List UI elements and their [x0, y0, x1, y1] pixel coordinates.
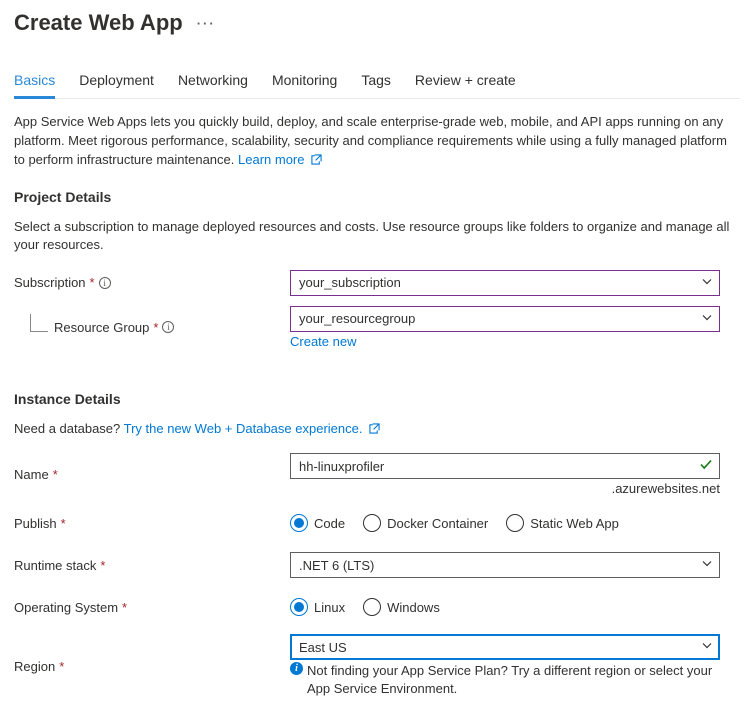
chevron-down-icon: [701, 275, 713, 290]
learn-more-label: Learn more: [238, 152, 304, 167]
project-details-desc: Select a subscription to manage deployed…: [14, 218, 740, 254]
instance-details-heading: Instance Details: [14, 391, 740, 407]
check-icon: [699, 458, 713, 475]
name-input[interactable]: hh-linuxprofiler: [290, 453, 720, 479]
publish-radio-static[interactable]: Static Web App: [506, 514, 619, 532]
intro-text: App Service Web Apps lets you quickly bu…: [14, 113, 740, 171]
region-value: East US: [299, 640, 347, 655]
radio-icon: [363, 598, 381, 616]
info-blue-icon: i: [290, 662, 303, 675]
info-icon[interactable]: i: [99, 277, 111, 289]
tab-deployment[interactable]: Deployment: [79, 66, 154, 98]
db-prompt: Need a database? Try the new Web + Datab…: [14, 420, 740, 439]
tree-elbow-icon: [30, 314, 48, 332]
learn-more-link[interactable]: Learn more: [238, 152, 322, 167]
required-marker: *: [53, 467, 58, 482]
publish-radio-docker[interactable]: Docker Container: [363, 514, 488, 532]
radio-icon: [290, 514, 308, 532]
project-details-heading: Project Details: [14, 189, 740, 205]
domain-suffix: .azurewebsites.net: [290, 481, 720, 496]
tab-review-create[interactable]: Review + create: [415, 66, 516, 98]
os-radio-windows[interactable]: Windows: [363, 598, 440, 616]
chevron-down-icon: [701, 558, 713, 573]
web-database-link-label: Try the new Web + Database experience.: [124, 421, 363, 436]
tab-tags[interactable]: Tags: [361, 66, 391, 98]
page-title-text: Create Web App: [14, 10, 183, 36]
runtime-label: Runtime stack *: [14, 558, 290, 573]
radio-icon: [506, 514, 524, 532]
subscription-label: Subscription * i: [14, 275, 290, 290]
web-database-link[interactable]: Try the new Web + Database experience.: [124, 421, 380, 436]
runtime-select[interactable]: .NET 6 (LTS): [290, 552, 720, 578]
runtime-value: .NET 6 (LTS): [299, 558, 374, 573]
publish-label: Publish *: [14, 516, 290, 531]
radio-icon: [290, 598, 308, 616]
external-link-icon: [311, 152, 322, 171]
name-value: hh-linuxprofiler: [299, 459, 384, 474]
required-marker: *: [122, 600, 127, 615]
region-label: Region *: [14, 659, 290, 674]
external-link-icon: [369, 421, 380, 439]
subscription-select[interactable]: your_subscription: [290, 270, 720, 296]
subscription-value: your_subscription: [299, 275, 401, 290]
os-label: Operating System *: [14, 600, 290, 615]
required-marker: *: [59, 659, 64, 674]
required-marker: *: [153, 320, 158, 335]
radio-icon: [363, 514, 381, 532]
tab-bar: Basics Deployment Networking Monitoring …: [14, 66, 740, 99]
resource-group-label: Resource Group * i: [14, 320, 290, 335]
publish-radio-code[interactable]: Code: [290, 514, 345, 532]
os-radio-linux[interactable]: Linux: [290, 598, 345, 616]
required-marker: *: [90, 275, 95, 290]
tab-networking[interactable]: Networking: [178, 66, 248, 98]
resource-group-value: your_resourcegroup: [299, 311, 415, 326]
more-actions-icon[interactable]: ···: [197, 16, 216, 31]
name-label: Name *: [14, 467, 290, 482]
page-title: Create Web App ···: [14, 10, 740, 36]
tab-basics[interactable]: Basics: [14, 66, 55, 99]
chevron-down-icon: [701, 311, 713, 326]
create-new-link[interactable]: Create new: [290, 334, 356, 349]
publish-radio-group: Code Docker Container Static Web App: [290, 514, 720, 532]
required-marker: *: [100, 558, 105, 573]
region-helper-text: Not finding your App Service Plan? Try a…: [307, 662, 720, 698]
info-icon[interactable]: i: [162, 321, 174, 333]
region-select[interactable]: East US: [290, 634, 720, 660]
chevron-down-icon: [701, 640, 713, 655]
tab-monitoring[interactable]: Monitoring: [272, 66, 337, 98]
os-radio-group: Linux Windows: [290, 598, 720, 616]
intro-body: App Service Web Apps lets you quickly bu…: [14, 114, 727, 167]
resource-group-select[interactable]: your_resourcegroup: [290, 306, 720, 332]
required-marker: *: [61, 516, 66, 531]
